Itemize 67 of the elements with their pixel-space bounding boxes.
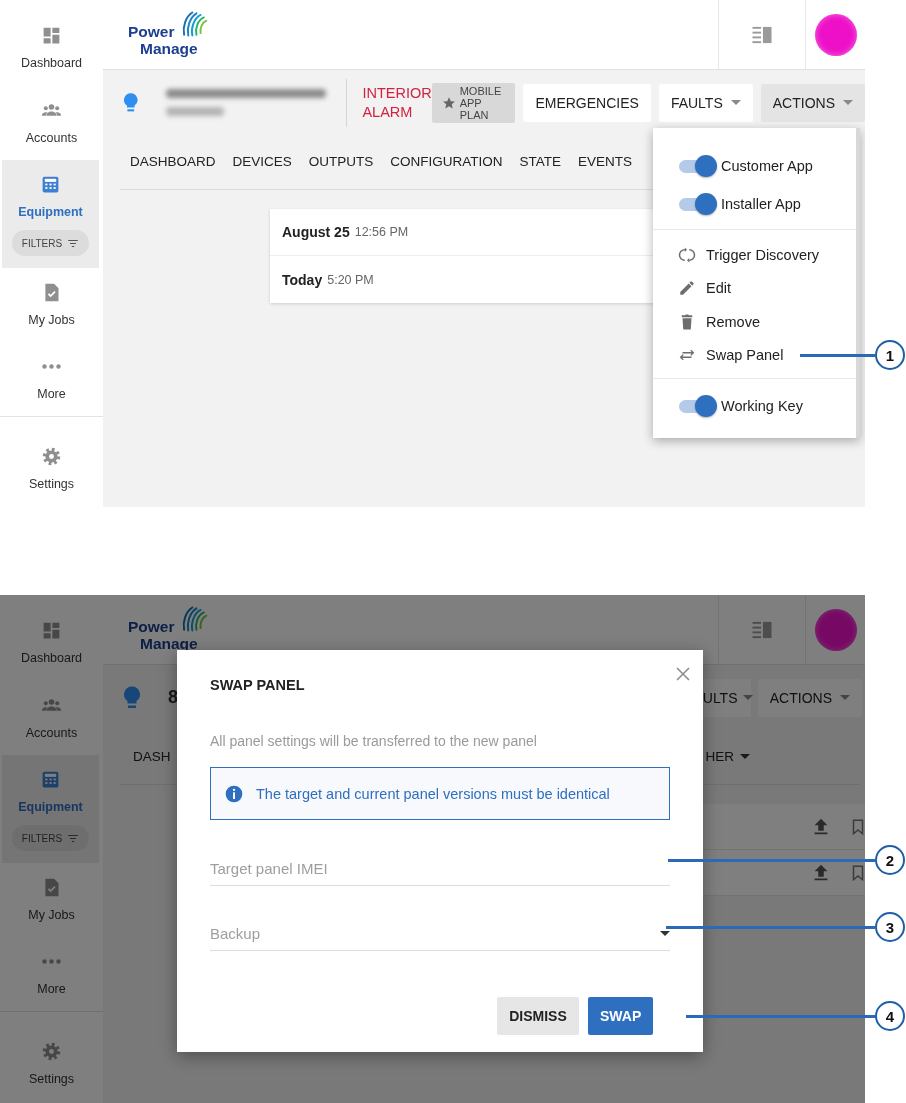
filter-icon	[67, 237, 80, 249]
dialog-description: All panel settings will be transferred to the new panel	[210, 732, 538, 751]
more-icon	[42, 364, 61, 369]
gear-icon	[41, 446, 62, 467]
menu-item[interactable]: Customer App	[653, 147, 856, 185]
view-toggle-icon[interactable]	[752, 24, 772, 45]
avatar[interactable]	[814, 13, 857, 56]
star-icon	[441, 95, 456, 110]
sidebar-item[interactable]: My Jobs	[0, 863, 103, 937]
sidebar-item[interactable]: My Jobs	[0, 268, 103, 342]
close-icon[interactable]	[674, 665, 692, 683]
tab[interactable]: DASH	[133, 742, 171, 772]
alarm-status: INTERIOR ALARM	[362, 83, 432, 122]
toggle-switch[interactable]	[679, 155, 717, 177]
menu-item[interactable]: Remove	[653, 305, 856, 339]
more-icon	[42, 959, 61, 964]
view-toggle-icon[interactable]	[752, 619, 772, 640]
toolbar-button[interactable]: ACTIONS	[760, 83, 865, 122]
sidebar-item[interactable]: Settings	[0, 1012, 103, 1100]
tab[interactable]: DEVICES	[232, 147, 292, 177]
tab[interactable]: CONFIGURATION	[390, 147, 503, 177]
panel-id-text: 8	[168, 687, 178, 708]
sidebar-item[interactable]: Accounts	[0, 681, 103, 755]
primary-button[interactable]: SWAP	[588, 997, 653, 1035]
sidebar-item[interactable]: More	[0, 937, 103, 1011]
dashboard-icon	[41, 620, 62, 641]
filter-icon	[67, 832, 80, 844]
logo-text: Manage	[140, 40, 199, 57]
lightbulb-icon	[124, 91, 138, 114]
sidebar-item[interactable]: Dashboard	[0, 595, 103, 681]
toolbar-button[interactable]: FAULTS	[658, 83, 753, 122]
caret-icon	[660, 931, 670, 936]
sidebar-item[interactable]: More	[0, 342, 103, 416]
menu-item[interactable]: Edit	[653, 271, 856, 305]
calculator-icon	[40, 174, 61, 195]
toggle-switch[interactable]	[679, 395, 717, 417]
event-row-text: Today 5:20 PM	[281, 270, 375, 290]
dialog-title: SWAP PANEL	[210, 677, 305, 693]
logo-text: Manage	[140, 635, 199, 652]
logo-text: Power	[128, 618, 175, 635]
sidebar-item[interactable]: Dashboard	[0, 0, 103, 86]
dashboard-icon	[41, 25, 62, 46]
sidebar-item[interactable]: Equipment FILTERS	[2, 160, 99, 268]
filter-button[interactable]: FILTERS	[11, 230, 90, 256]
sidebar-item[interactable]: Settings	[0, 417, 103, 505]
calculator-icon	[40, 769, 61, 790]
tab[interactable]: OUTPUTS	[308, 147, 374, 177]
info-icon	[224, 783, 244, 804]
plan-badge: MOBILE APP PLAN	[431, 82, 516, 123]
menu-item[interactable]: Working Key	[653, 387, 856, 425]
tab[interactable]: STATE	[519, 147, 562, 177]
toggle-switch[interactable]	[679, 193, 717, 215]
logo-text: Power	[128, 23, 175, 40]
tab[interactable]: DASHBOARD	[130, 147, 216, 177]
refresh-icon	[678, 245, 696, 264]
tab[interactable]: HER	[705, 742, 750, 772]
gear-icon	[41, 1041, 62, 1062]
input-field[interactable]: Target panel IMEI	[210, 860, 670, 877]
notice-text: The target and current panel versions must be identical	[256, 785, 610, 802]
pencil-icon	[678, 279, 696, 298]
sidebar-item[interactable]: Accounts	[0, 86, 103, 160]
toolbar-button[interactable]: ACTIONS	[757, 678, 862, 717]
lightbulb-icon	[124, 686, 140, 709]
avatar[interactable]	[814, 608, 857, 651]
tab[interactable]: EVENTS	[578, 147, 633, 177]
secondary-button[interactable]: DISMISS	[497, 997, 579, 1035]
toolbar-button[interactable]: EMERGENCIES	[523, 83, 651, 122]
